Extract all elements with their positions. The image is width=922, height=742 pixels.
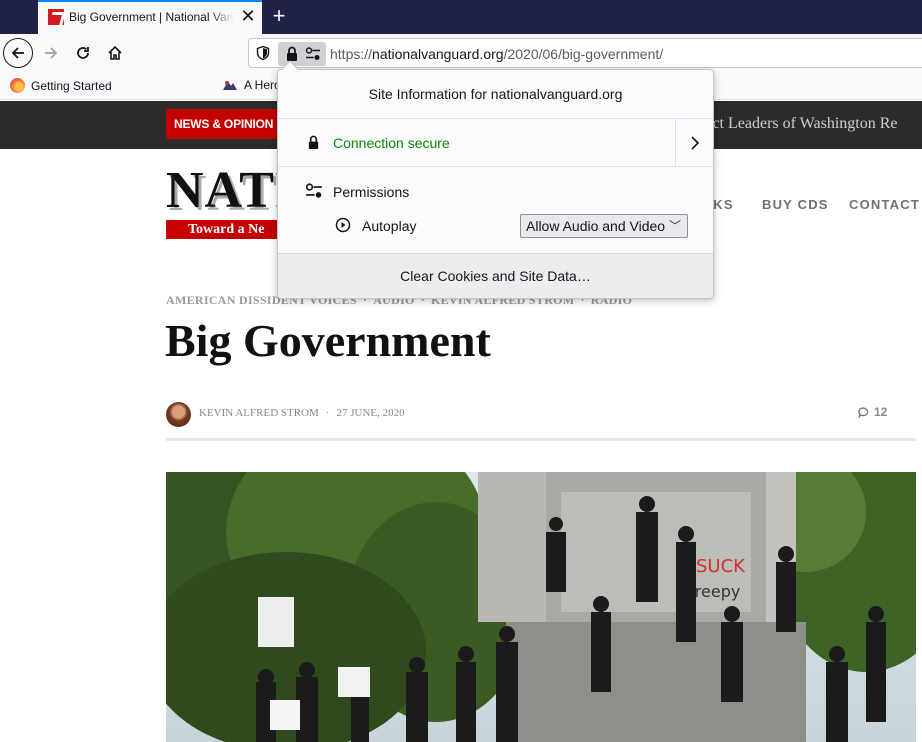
bookmark-getting-started[interactable]: Getting Started [10, 78, 112, 93]
site-identity-button[interactable] [278, 42, 326, 66]
news-ticker[interactable]: dict Leaders of Washington Re [700, 115, 897, 133]
lock-icon [308, 135, 319, 149]
permissions-icon [305, 47, 320, 60]
connection-row[interactable]: Connection secure [278, 119, 713, 167]
post-title: Big Government [165, 315, 491, 366]
bookmark-a-hero[interactable]: A Hero [222, 78, 281, 92]
byline-separator: · [325, 407, 330, 419]
firefox-icon [10, 78, 25, 93]
chevron-right-icon [690, 135, 699, 150]
site-favicon-icon [48, 9, 64, 25]
navigation-toolbar: https://nationalvanguard.org/2020/06/big… [0, 34, 922, 72]
tab-accent-line [38, 0, 262, 2]
tab-title: Big Government | National Vanguard [69, 10, 234, 24]
url-path: /2020/06/big-government/ [503, 46, 664, 62]
connection-status: Connection secure [333, 135, 450, 151]
lock-icon [287, 46, 297, 61]
autoplay-label: Autoplay [362, 218, 417, 234]
featured-photo[interactable]: SUCK creepy [166, 472, 916, 742]
site-logo-tagline: Toward a Ne [166, 220, 286, 239]
forward-button[interactable] [36, 38, 66, 68]
bookmark-label: A Hero [244, 78, 281, 92]
popup-title: Site Information for nationalvanguard.or… [278, 70, 713, 119]
tab-active[interactable]: Big Government | National Vanguard ✕ [38, 0, 262, 34]
autoplay-select[interactable]: Allow Audio and Video ﹀ [520, 214, 688, 238]
menu-item-buy-cds[interactable]: BUY CDS [762, 197, 829, 212]
bookmark-label: Getting Started [31, 78, 112, 93]
comments-count: 12 [874, 405, 888, 419]
permissions-heading: Permissions [333, 184, 410, 200]
site-information-panel: Site Information for nationalvanguard.or… [277, 69, 714, 299]
menu-item-contact[interactable]: CONTACT [849, 197, 920, 212]
svg-text:SUCK: SUCK [696, 556, 746, 577]
clear-cookies-button[interactable]: Clear Cookies and Site Data… [278, 253, 713, 298]
autoplay-icon [335, 217, 351, 233]
url-host: nationalvanguard.org [372, 46, 504, 62]
home-icon [108, 45, 122, 60]
chevron-down-icon: ﹀ [668, 219, 681, 233]
post-byline: KEVIN ALFRED STROM · 27 JUNE, 2020 [199, 407, 405, 419]
post-divider [166, 438, 916, 441]
autoplay-selected-value: Allow Audio and Video [526, 218, 666, 234]
news-opinion-badge[interactable]: NEWS & OPINION [166, 109, 282, 139]
url-bar[interactable]: https://nationalvanguard.org/2020/06/big… [248, 38, 922, 68]
author-name[interactable]: KEVIN ALFRED STROM [199, 407, 319, 419]
protest-monument-image: SUCK creepy [166, 472, 916, 742]
new-tab-button[interactable]: + [268, 4, 290, 28]
connection-details-button[interactable] [675, 119, 713, 166]
comments-link[interactable]: 12 [858, 405, 887, 419]
reload-button[interactable] [68, 38, 98, 68]
back-button[interactable] [3, 38, 33, 68]
url-scheme: https:// [330, 46, 373, 62]
home-button[interactable] [100, 38, 130, 68]
reload-icon [77, 47, 89, 59]
tracking-shield-icon[interactable] [255, 45, 271, 61]
permissions-icon [305, 183, 322, 198]
tab-close-icon[interactable]: ✕ [238, 6, 258, 26]
bookmark-favicon-icon [223, 81, 237, 90]
url-text[interactable]: https://nationalvanguard.org/2020/06/big… [330, 46, 663, 62]
author-avatar[interactable] [166, 402, 191, 427]
comment-bubble-icon [858, 406, 869, 418]
forward-arrow-icon [45, 47, 58, 59]
back-arrow-icon [11, 47, 24, 59]
post-date: 27 JUNE, 2020 [336, 407, 405, 419]
tab-bar: Big Government | National Vanguard ✕ + [0, 0, 922, 34]
